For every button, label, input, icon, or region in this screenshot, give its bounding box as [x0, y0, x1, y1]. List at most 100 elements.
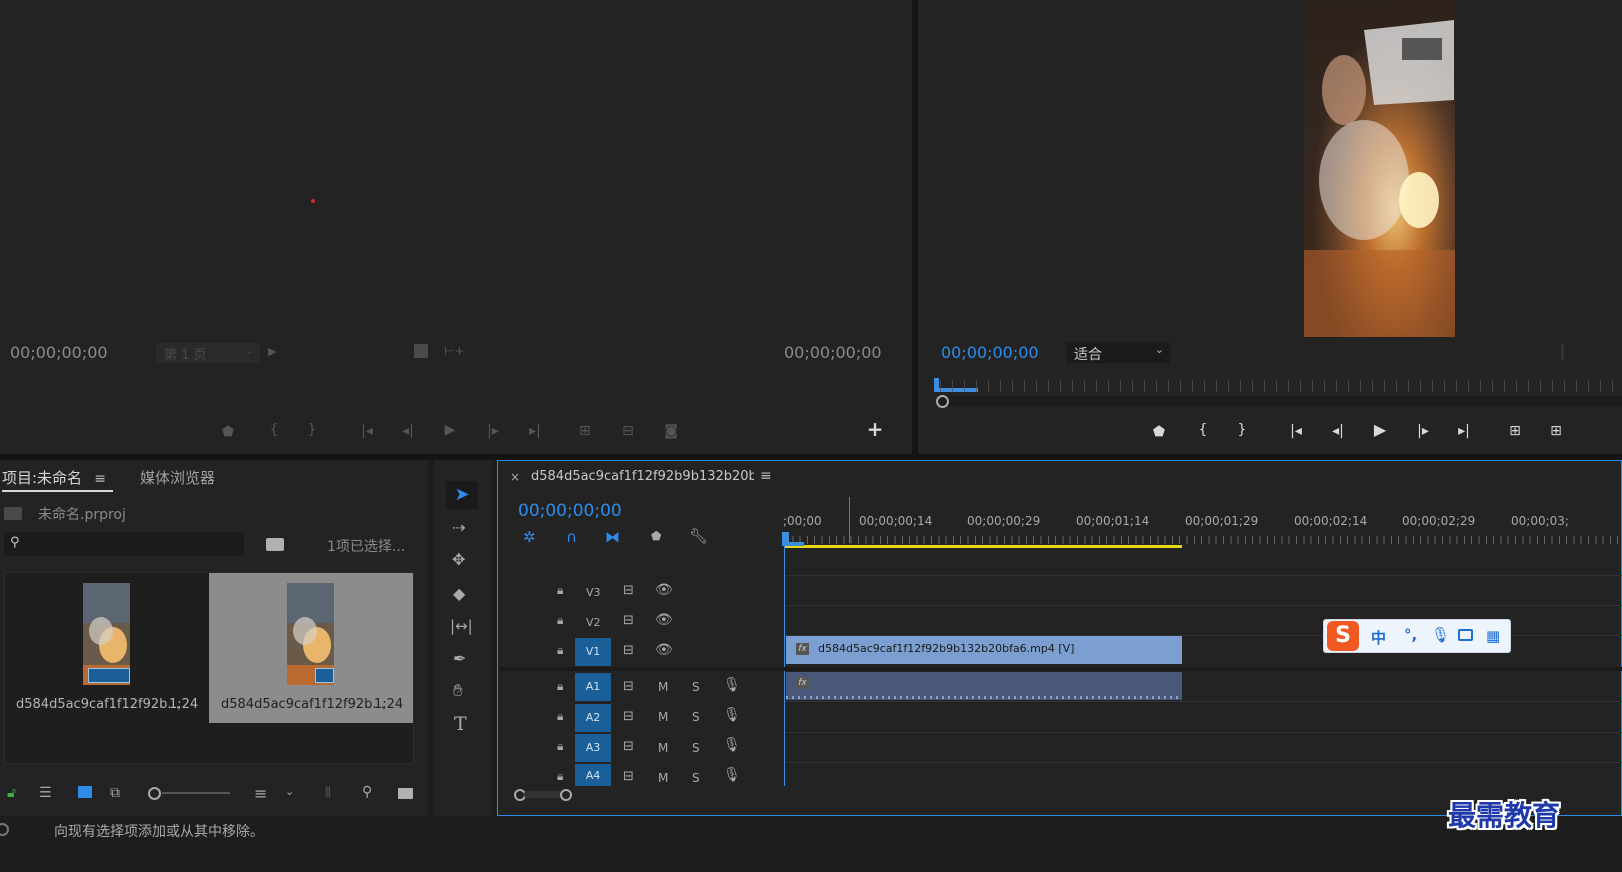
search-input[interactable]: ⚲ [4, 532, 244, 556]
microphone-icon[interactable]: 🎙︎ [1431, 626, 1450, 644]
ime-lang-toggle[interactable]: 中 [1371, 627, 1386, 648]
project-item-selected[interactable]: d584d5ac9caf1f12f92b... 1;24 [209, 573, 413, 723]
razor-tool-icon[interactable]: ◆ [453, 584, 465, 603]
step-back-icon[interactable]: ◂| [397, 423, 419, 439]
snap-icon[interactable]: ∩ [566, 528, 577, 546]
eye-icon[interactable]: 👁︎ [655, 582, 673, 598]
go-to-out-icon[interactable]: ▸| [1453, 423, 1475, 439]
zoom-handle-left[interactable] [936, 395, 949, 408]
mark-out-icon[interactable]: } [301, 422, 323, 438]
play-icon[interactable]: ▶ [1369, 422, 1391, 438]
microphone-icon[interactable]: 🎙︎ [723, 677, 741, 693]
source-timecode-in[interactable]: 00;00;00;00 [10, 343, 108, 362]
video-clip[interactable]: fx d584d5ac9caf1f12f92b9b132b20bfa6.mp4 … [786, 636, 1182, 664]
mute-button[interactable]: M [658, 741, 668, 755]
go-to-out-icon[interactable]: ▸| [524, 423, 546, 439]
eye-icon[interactable]: 👁︎ [655, 612, 673, 628]
project-item[interactable]: d584d5ac9caf1f12f92b... 1;24 [5, 573, 208, 723]
ime-punct-toggle[interactable]: °, [1404, 626, 1417, 644]
solo-button[interactable]: S [692, 771, 700, 785]
step-back-icon[interactable]: ◂| [1327, 423, 1349, 439]
track-select-tool-icon[interactable]: ⇢ [452, 518, 465, 537]
overwrite-icon[interactable]: ⊟ [617, 423, 639, 439]
video-audio-divider[interactable] [500, 667, 1622, 671]
extract-icon[interactable]: ⊞ [1545, 423, 1567, 439]
sync-lock-icon[interactable]: ⊟ [623, 769, 634, 784]
track-label-a4[interactable]: A4 [575, 764, 611, 786]
step-forward-icon[interactable]: |▸ [482, 423, 504, 439]
keyboard-icon[interactable] [1458, 629, 1473, 641]
close-icon[interactable]: × [510, 470, 520, 484]
mark-out-icon[interactable]: } [1231, 422, 1253, 438]
type-tool-icon[interactable]: T [454, 713, 467, 735]
solo-button[interactable]: S [692, 741, 700, 755]
play-icon[interactable]: ▶ [439, 422, 461, 438]
lock-icon[interactable]: 🔒︎ [557, 613, 563, 628]
tab-media-browser[interactable]: 媒体浏览器 [140, 467, 215, 488]
linked-selection-icon[interactable]: ⧓ [605, 528, 620, 546]
sync-lock-icon[interactable]: ⊟ [623, 583, 634, 598]
find-icon[interactable]: ⚲ [362, 784, 372, 800]
play-small-icon[interactable]: ▶ [268, 345, 276, 358]
insert-marker-icon[interactable]: ⊢+ [444, 344, 465, 358]
track-label-v3[interactable]: V3 [586, 586, 601, 599]
track-label-v1[interactable]: V1 [575, 638, 611, 666]
playhead-line[interactable] [784, 546, 785, 786]
sync-lock-icon[interactable]: ⊟ [623, 613, 634, 628]
list-view-icon[interactable]: ☰ [39, 785, 52, 801]
add-button[interactable]: + [864, 419, 886, 439]
mute-button[interactable]: M [658, 710, 668, 724]
new-bin-icon[interactable] [398, 788, 413, 799]
marker-icon[interactable]: ⬟ [1148, 424, 1170, 440]
menu-icon[interactable]: ≡ [760, 468, 772, 484]
chevron-down-icon[interactable]: ⌄ [285, 785, 294, 798]
pen-tool-icon[interactable]: ✒ [453, 649, 466, 668]
insert-icon[interactable]: ⊞ [574, 423, 596, 439]
sync-lock-icon[interactable]: ⊟ [623, 643, 634, 658]
go-to-in-icon[interactable]: |◂ [1285, 423, 1307, 439]
timeline-zoom-knob-right[interactable] [560, 789, 572, 801]
solo-button[interactable]: S [692, 680, 700, 694]
wrench-icon[interactable]: 🔧︎ [689, 527, 708, 545]
lock-icon[interactable]: 🔒︎ [557, 643, 563, 658]
settings-partial-icon[interactable] [1561, 344, 1564, 360]
step-forward-icon[interactable]: |▸ [1412, 423, 1434, 439]
mute-button[interactable]: M [658, 771, 668, 785]
sync-lock-icon[interactable]: ⊟ [623, 709, 634, 724]
zoom-slider-knob[interactable] [148, 787, 161, 800]
find-folder-icon[interactable] [266, 538, 284, 551]
sort-icon[interactable]: ≡ [254, 784, 267, 803]
icon-view-icon[interactable] [78, 786, 92, 798]
sogou-logo[interactable]: S [1327, 621, 1359, 651]
page-select[interactable]: 第 1 页 ⌄ [156, 343, 260, 363]
lock-icon[interactable]: 🔒︎ [557, 739, 563, 754]
marker-icon[interactable]: ⬟ [217, 424, 239, 440]
camera-icon[interactable]: ◙ [660, 423, 682, 439]
settings-square-icon[interactable] [414, 344, 428, 358]
mark-in-icon[interactable]: { [1192, 422, 1214, 438]
slip-tool-icon[interactable]: |↔| [450, 617, 473, 635]
timeline-timecode[interactable]: 00;00;00;00 [518, 501, 622, 521]
tab-project[interactable]: 项目:未命名 ≡ [2, 467, 106, 488]
freeform-view-icon[interactable]: ⧉ [110, 785, 120, 801]
timeline-zoom-bar[interactable] [524, 791, 562, 798]
hand-tool-icon[interactable]: ✋︎ [453, 681, 463, 701]
time-ruler[interactable]: ;00;00 00;00;00;14 00;00;00;29 00;00;01;… [783, 497, 1622, 546]
program-timecode[interactable]: 00;00;00;00 [941, 343, 1039, 362]
microphone-icon[interactable]: 🎙︎ [723, 737, 741, 753]
fit-select[interactable]: 适合 ⌄ [1066, 342, 1170, 363]
mute-button[interactable]: M [658, 680, 668, 694]
zoom-slider-track[interactable] [162, 792, 230, 794]
track-label-a2[interactable]: A2 [575, 704, 611, 732]
track-label-a3[interactable]: A3 [575, 734, 611, 762]
work-area-bar[interactable] [785, 545, 1182, 548]
zoom-scroll-track[interactable] [940, 396, 1622, 406]
nest-icon[interactable]: ✲ [523, 528, 536, 546]
lock-icon[interactable]: 🔓︎ [7, 785, 16, 801]
grid-menu-icon[interactable]: ▦ [1486, 627, 1500, 645]
eye-icon[interactable]: 👁︎ [655, 642, 673, 658]
microphone-icon[interactable]: 🎙︎ [723, 707, 741, 723]
sync-lock-icon[interactable]: ⊟ [623, 679, 634, 694]
lock-icon[interactable]: 🔒︎ [557, 769, 563, 784]
audio-clip[interactable]: fx [786, 672, 1182, 700]
